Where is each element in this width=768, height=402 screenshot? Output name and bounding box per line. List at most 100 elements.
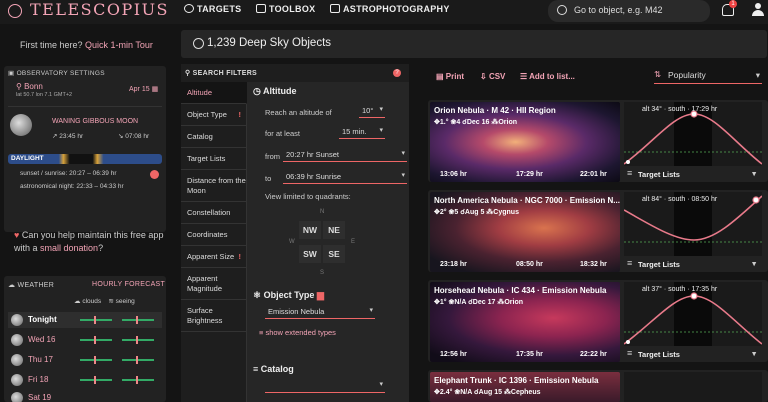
target-card[interactable]: North America Nebula · NGC 7000 · Emissi… xyxy=(428,190,768,272)
catalog-select[interactable] xyxy=(265,379,385,393)
user-icon[interactable] xyxy=(752,3,764,17)
clouds-bar xyxy=(80,336,112,344)
to-label: to xyxy=(265,174,272,183)
weather-row[interactable]: Sat 19 xyxy=(8,390,162,402)
observatory-panel: ▣ OBSERVATORY SETTINGS ⚲ Bonn lat 50.7 lo… xyxy=(4,66,166,232)
trash-icon[interactable]: ▆ xyxy=(317,290,324,300)
target-meta: ✥2° ❀5 ☌Aug 5 ⁂Cygnus xyxy=(434,209,519,216)
clouds-bar xyxy=(80,376,112,384)
tab-coordinates[interactable]: Coordinates xyxy=(181,224,247,246)
alert-icon: ! xyxy=(238,110,242,119)
duration-label: for at least xyxy=(265,129,301,138)
search-input[interactable]: Go to object, e.g. M42 xyxy=(548,0,710,22)
from-select[interactable]: 20:27 hr Sunset xyxy=(283,148,407,162)
target-image[interactable]: Orion Nebula · M 42 · HII Region ✥1.° ❀4… xyxy=(430,102,620,182)
chart-label: alt 34° · south · 17:29 hr xyxy=(642,106,718,113)
chart-label: alt 37° · south · 17:35 hr xyxy=(642,286,718,293)
object-type-select[interactable]: Emission Nebula xyxy=(265,305,375,319)
clouds-bar xyxy=(80,316,112,324)
quadrants-label: View limited to quadrants: xyxy=(265,192,351,201)
donation-link[interactable]: small donation xyxy=(40,243,98,253)
quadrant-nw[interactable]: NW xyxy=(299,221,321,239)
tab-constellation[interactable]: Constellation xyxy=(181,202,247,224)
hourly-forecast-link[interactable]: HOURLY FORECAST xyxy=(92,281,165,288)
to-select[interactable]: 06:39 hr Sunrise xyxy=(283,170,407,184)
target-image[interactable]: North America Nebula · NGC 7000 · Emissi… xyxy=(430,192,620,272)
target-title[interactable]: Orion Nebula · M 42 · HII Region xyxy=(434,106,556,115)
tab-altitude[interactable]: Altitude xyxy=(181,82,247,104)
extended-types-link[interactable]: ≡ show extended types xyxy=(259,328,336,337)
nav-astrophotography[interactable]: ASTROPHOTOGRAPHY xyxy=(330,4,450,14)
altitude-chart[interactable] xyxy=(624,372,762,402)
telescope-logo-icon[interactable] xyxy=(8,4,22,18)
target-title[interactable]: North America Nebula · NGC 7000 · Emissi… xyxy=(434,196,620,205)
weather-title: ☁ WEATHER xyxy=(8,282,55,289)
donation-prompt: ♥ Can you help maintain this free app wi… xyxy=(14,230,164,253)
target-image[interactable]: Horsehead Nebula · IC 434 · Emission Neb… xyxy=(430,282,620,362)
altitude-select[interactable]: 10° xyxy=(359,104,385,118)
target-title[interactable]: Horsehead Nebula · IC 434 · Emission Neb… xyxy=(434,286,607,295)
location[interactable]: ⚲ Bonn lat 50.7 lon 7.1 GMT+2 xyxy=(16,82,72,98)
target-times: 12:56 hr 17:35 hr 22:22 hr xyxy=(440,351,607,358)
alert-icon: ! xyxy=(238,252,242,261)
logo[interactable]: TELESCOPIUS xyxy=(30,0,169,19)
target-card[interactable]: Elephant Trunk · IC 1396 · Emission Nebu… xyxy=(428,370,768,402)
moon-phase-label[interactable]: WANING GIBBOUS MOON xyxy=(52,118,138,125)
weather-panel: ☁ WEATHER HOURLY FORECAST ☁ clouds ≋ see… xyxy=(4,276,166,402)
weather-row[interactable]: Fri 18 xyxy=(8,372,162,388)
notification-badge: 1 xyxy=(729,0,737,8)
tab-surface-brightness[interactable]: Surface Brightness xyxy=(181,300,247,332)
filter-panel: ◷ Altitude Reach an altitude of 10° for … xyxy=(247,82,409,402)
reach-label: Reach an altitude of xyxy=(265,108,332,117)
sort-select[interactable]: ⇅ Popularity xyxy=(654,68,762,84)
target-lists-dropdown[interactable]: Target Lists xyxy=(624,347,762,362)
altitude-title: ◷ Altitude xyxy=(253,86,297,96)
altitude-chart[interactable]: alt 34° · south · 17:29 hr xyxy=(624,102,762,166)
moon-icon xyxy=(11,374,23,386)
quadrant-sw[interactable]: SW xyxy=(299,245,321,263)
nav-targets[interactable]: TARGETS xyxy=(184,4,241,14)
target-card[interactable]: Orion Nebula · M 42 · HII Region ✥1.° ❀4… xyxy=(428,100,768,182)
results-list: ▤ Print ⇩ CSV ☰ Add to list... ⇅ Populari… xyxy=(420,64,768,402)
date-picker[interactable]: Apr 15 ▦ xyxy=(129,85,158,93)
csv-button[interactable]: ⇩ CSV xyxy=(480,72,505,81)
west-label: W xyxy=(289,239,295,245)
clouds-bar xyxy=(80,356,112,364)
tab-apparent-magnitude[interactable]: Apparent Magnitude xyxy=(181,268,247,300)
tab-moon-distance[interactable]: Distance from the Moon xyxy=(181,170,247,202)
print-button[interactable]: ▤ Print xyxy=(436,72,464,81)
quadrant-ne[interactable]: NE xyxy=(323,221,345,239)
duration-select[interactable]: 15 min. xyxy=(339,125,385,139)
target-times: 13:06 hr 17:29 hr 22:01 hr xyxy=(440,171,607,178)
chevron-down-icon[interactable] xyxy=(150,170,159,179)
weather-row[interactable]: Wed 16 xyxy=(8,332,162,348)
tour-link[interactable]: Quick 1-min Tour xyxy=(85,40,153,50)
target-lists-dropdown[interactable]: Target Lists xyxy=(624,167,762,182)
target-image[interactable]: Elephant Trunk · IC 1396 · Emission Nebu… xyxy=(430,372,620,402)
quadrant-se[interactable]: SE xyxy=(323,245,345,263)
seeing-bar xyxy=(122,316,154,324)
nav-toolbox[interactable]: TOOLBOX xyxy=(256,4,315,14)
object-type-title: ⚛ Object Type ▆ xyxy=(253,290,324,300)
target-card[interactable]: Horsehead Nebula · IC 434 · Emission Neb… xyxy=(428,280,768,362)
weather-row[interactable]: Thu 17 xyxy=(8,352,162,368)
add-to-list-button[interactable]: ☰ Add to list... xyxy=(520,72,575,81)
target-meta: ✥2.4° ❀N/A ☌Aug 15 ⁂Cepheus xyxy=(434,389,541,396)
help-icon[interactable]: ? xyxy=(393,69,401,77)
weather-row[interactable]: Tonight xyxy=(8,312,162,328)
moon-phase-icon xyxy=(10,114,32,136)
tab-apparent-size[interactable]: Apparent Size! xyxy=(181,246,247,268)
target-title[interactable]: Elephant Trunk · IC 1396 · Emission Nebu… xyxy=(434,376,598,385)
moonrise: ↗ 23:45 hr xyxy=(52,133,84,140)
altitude-chart[interactable]: alt 37° · south · 17:35 hr xyxy=(624,282,762,346)
results-header: 1,239 Deep Sky Objects xyxy=(181,30,767,58)
altitude-chart[interactable]: alt 84° · south · 08:50 hr xyxy=(624,192,762,256)
target-lists-dropdown[interactable]: Target Lists xyxy=(624,257,762,272)
north-label: N xyxy=(320,209,325,215)
tab-catalog[interactable]: Catalog xyxy=(181,126,247,148)
catalog-title: ≡ Catalog xyxy=(253,364,294,374)
tab-object-type[interactable]: Object Type! xyxy=(181,104,247,126)
tab-target-lists[interactable]: Target Lists xyxy=(181,148,247,170)
moon-icon xyxy=(11,354,23,366)
sun-times: sunset / sunrise: 20:27 – 06:39 hr xyxy=(20,170,117,177)
